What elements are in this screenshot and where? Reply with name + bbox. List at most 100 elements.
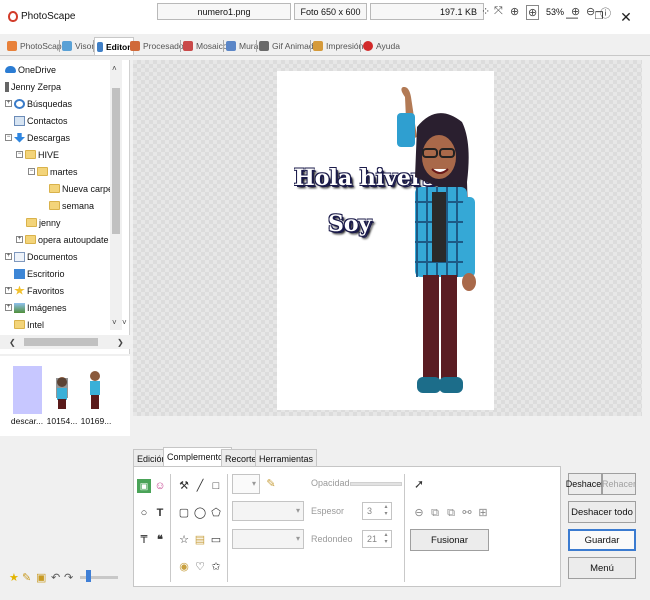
tree-item-descargas[interactable]: − Descargas — [5, 130, 70, 145]
save-button[interactable]: Guardar — [568, 529, 636, 551]
tab-label: Mural — [239, 41, 261, 51]
zoom-out-icon[interactable]: ⊖ — [586, 5, 595, 18]
zoom-fit-icon[interactable]: ⊕ — [526, 5, 540, 20]
page-icon — [183, 41, 193, 51]
tab-herramientas[interactable]: Herramientas — [255, 449, 318, 467]
spinner-arrows-icon[interactable]: ▴ ▾ — [382, 532, 390, 546]
expand-icon[interactable]: + — [16, 236, 23, 243]
tree-item-semana[interactable]: semana — [49, 198, 94, 213]
expand-icon[interactable]: + — [5, 253, 12, 260]
tree-item-contactos[interactable]: Contactos — [14, 113, 68, 128]
tree-item-favoritos[interactable]: + Favoritos — [5, 283, 64, 298]
eyedropper-icon[interactable]: ✎ — [264, 477, 278, 491]
color-picker-combo[interactable]: ▾ — [232, 474, 260, 494]
thumbnail-image[interactable] — [81, 366, 110, 414]
line-icon[interactable]: ╱ — [193, 479, 207, 493]
rectangle-icon[interactable]: □ — [209, 479, 223, 493]
frame-icon[interactable]: ▭ — [209, 533, 223, 547]
tree-horizontal-scroll-thumb[interactable] — [24, 338, 98, 346]
star-icon[interactable]: ★ — [9, 571, 19, 584]
forward-icon[interactable]: ↷ — [64, 571, 73, 584]
collapse-icon[interactable]: − — [16, 151, 23, 158]
collapse-icon[interactable]: − — [28, 168, 35, 175]
back-icon[interactable]: ↶ — [51, 571, 60, 584]
tab-editor[interactable]: Editor — [94, 37, 134, 55]
tab-photoscape[interactable]: PhotoScape — [7, 37, 66, 55]
rounded-rect-icon[interactable]: ▢ — [177, 506, 191, 520]
tree-item-jenny[interactable]: jenny — [26, 215, 61, 230]
tab-mosaico[interactable]: Mosaico — [183, 37, 228, 55]
grid-icon[interactable]: ⁘ — [481, 5, 490, 18]
tab-procesador[interactable]: Procesador — [130, 37, 186, 55]
lock-icon[interactable]: ⊖ — [412, 506, 426, 520]
tree-item-onedrive[interactable]: OneDrive — [5, 62, 56, 77]
dropdown-arrow-icon: ▾ — [251, 479, 256, 488]
redo-button[interactable]: Rehacer — [602, 473, 636, 495]
thickness-spinner[interactable]: 3 ▴ ▾ — [362, 502, 392, 520]
expand-icon[interactable]: + — [5, 304, 12, 311]
scroll-down-arrow-icon[interactable]: ˅ — [122, 318, 127, 327]
folder-open-icon[interactable]: ▣ — [36, 571, 46, 584]
tree-item-label: Documentos — [27, 251, 78, 262]
undo-button[interactable]: Deshacer — [566, 473, 604, 495]
tree-item-user[interactable]: Jenny Zerpa — [5, 79, 61, 94]
scroll-up-arrow-icon[interactable]: ˄ — [112, 64, 117, 73]
spinner-arrows-icon[interactable]: ▴ ▾ — [382, 504, 390, 518]
heart-shape-icon[interactable]: ♡ — [193, 560, 207, 574]
copy-icon[interactable]: ⧉ — [428, 506, 442, 520]
star-shape-icon[interactable]: ☆ — [177, 533, 191, 547]
fit-screen-icon[interactable]: ⤧ — [494, 5, 503, 18]
dash-style-combo[interactable]: ▾ — [232, 529, 304, 549]
tag-icon[interactable]: ✎ — [22, 571, 31, 584]
tree-item-escritorio[interactable]: Escritorio — [14, 266, 65, 281]
zoom-in-icon[interactable]: ⊕ — [571, 5, 580, 18]
line-style-combo[interactable]: ▾ — [232, 501, 304, 521]
paper-icon[interactable]: ▤ — [193, 533, 207, 547]
tree-item-hive[interactable]: − HIVE — [16, 147, 59, 162]
duplicate-icon[interactable]: ⧉ — [444, 506, 458, 520]
tab-visor[interactable]: Visor — [62, 37, 94, 55]
slider-handle[interactable] — [86, 570, 91, 582]
arrange-icon[interactable]: ⊞ — [476, 506, 490, 520]
expand-icon[interactable]: + — [5, 287, 12, 294]
tab-ayuda[interactable]: Ayuda — [363, 37, 400, 55]
merge-button[interactable]: Fusionar — [410, 529, 489, 551]
tree-item-opera[interactable]: + opera autoupdate — [16, 232, 109, 247]
menu-button[interactable]: Menú — [568, 557, 636, 579]
zoom-1to1-icon[interactable]: ⊕ — [510, 5, 519, 18]
circle-stamp-icon[interactable]: ◉ — [177, 560, 191, 574]
rounding-spinner[interactable]: 21 ▴ ▾ — [362, 530, 392, 548]
tree-item-documentos[interactable]: + Documentos — [5, 249, 78, 264]
tree-item-imagenes[interactable]: + Imágenes — [5, 300, 67, 315]
tree-vertical-scroll-thumb[interactable] — [112, 88, 120, 234]
tree-item-martes[interactable]: − martes — [28, 164, 78, 179]
tree-item-busquedas[interactable]: + Búsquedas — [5, 96, 72, 111]
magic-wand-icon[interactable]: ⚒ — [177, 479, 191, 493]
speech-balloon-icon[interactable]: ○ — [137, 506, 151, 520]
expand-icon[interactable]: + — [5, 100, 12, 107]
ellipse-icon[interactable]: ◯ — [193, 506, 207, 520]
link-icon[interactable]: ⚯ — [460, 506, 474, 520]
photo-insert-icon[interactable]: ▣ — [137, 479, 151, 493]
tree-item-intel[interactable]: Intel — [14, 317, 44, 332]
undo-all-button[interactable]: Deshacer todo — [568, 501, 636, 523]
stamp-text-icon[interactable]: ₸ — [137, 533, 151, 547]
thumbnail-image[interactable] — [47, 366, 76, 414]
star-outline-icon[interactable]: ✩ — [209, 560, 223, 574]
thumbnail-image[interactable] — [13, 366, 42, 414]
scroll-right-arrow-icon[interactable]: ❯ — [117, 338, 124, 347]
info-icon[interactable]: ⓘ — [600, 5, 611, 21]
collapse-icon[interactable]: − — [5, 134, 12, 141]
cursor-icon[interactable]: ➚ — [412, 477, 426, 491]
pentagon-icon[interactable]: ⬠ — [209, 506, 223, 520]
dropdown-arrow-icon: ▾ — [295, 534, 300, 543]
close-button[interactable]: ✕ — [617, 8, 635, 26]
opacity-slider[interactable] — [350, 482, 402, 486]
photo-preview[interactable]: Hola hivers Soy — [277, 71, 494, 410]
scroll-down-arrow-icon[interactable]: ˅ — [112, 318, 117, 327]
icon-insert-icon[interactable]: ☺ — [153, 479, 167, 493]
text-icon[interactable]: T — [153, 506, 167, 520]
quote-icon[interactable]: ❝ — [153, 533, 167, 547]
tab-impresion[interactable]: Impresión — [313, 37, 363, 55]
scroll-left-arrow-icon[interactable]: ❮ — [9, 338, 16, 347]
